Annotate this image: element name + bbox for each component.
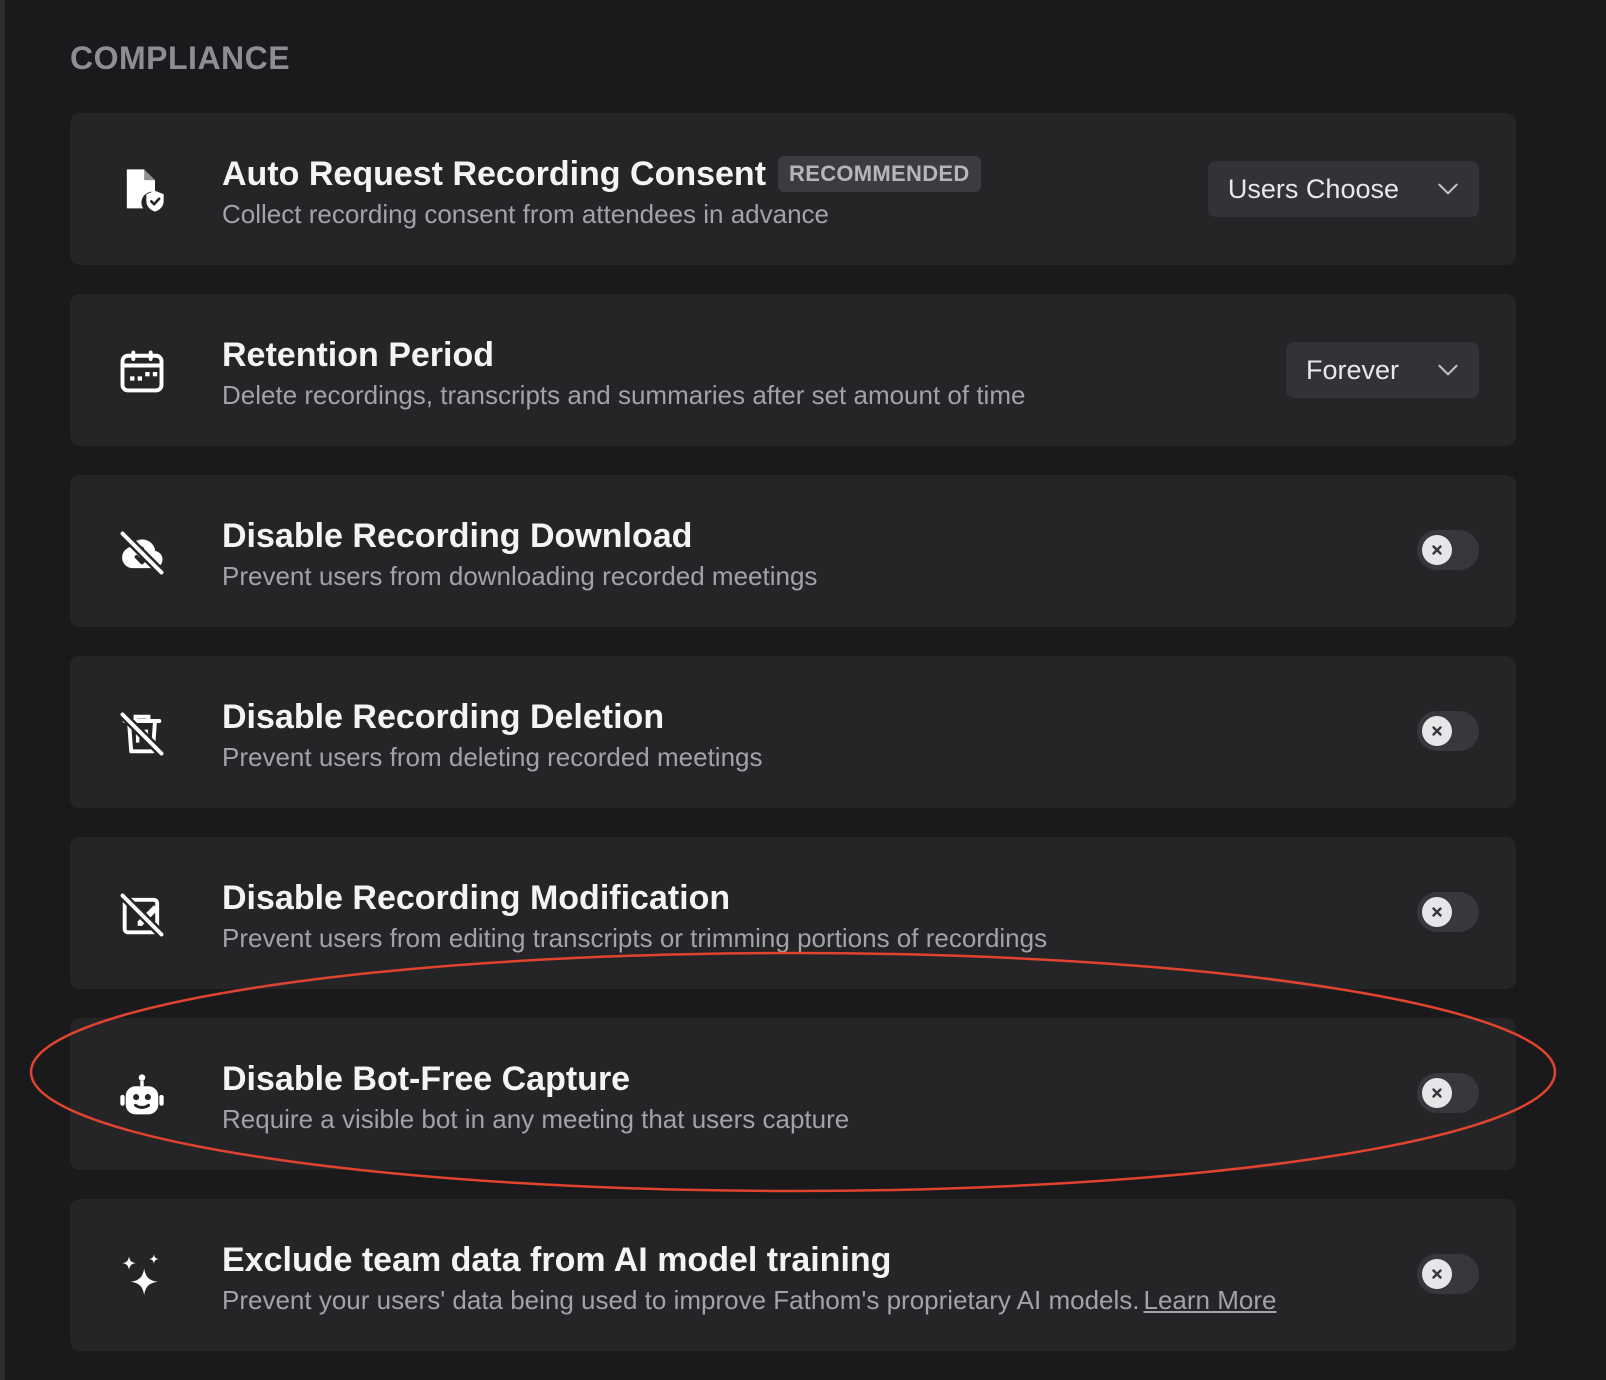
setting-title: Exclude team data from AI model training xyxy=(222,1240,892,1279)
setting-row-disable-modification: Disable Recording Modification Prevent u… xyxy=(70,837,1516,989)
toggle-knob xyxy=(1422,535,1452,565)
close-icon xyxy=(1432,726,1442,736)
settings-list: Auto Request Recording Consent RECOMMEND… xyxy=(70,113,1516,1351)
setting-title: Retention Period xyxy=(222,335,495,374)
setting-text: Auto Request Recording Consent RECOMMEND… xyxy=(222,153,981,230)
setting-description: Require a visible bot in any meeting tha… xyxy=(222,1104,850,1134)
exclude-ai-training-toggle[interactable] xyxy=(1417,1254,1479,1294)
setting-title: Disable Recording Deletion xyxy=(222,697,665,736)
setting-title: Disable Recording Download xyxy=(222,516,693,555)
trash-off-icon xyxy=(114,706,170,762)
toggle-knob xyxy=(1422,1078,1452,1108)
setting-row-exclude-ai-training: Exclude team data from AI model training… xyxy=(70,1199,1516,1351)
setting-row-disable-bot-free-capture: Disable Bot-Free Capture Require a visib… xyxy=(70,1018,1516,1170)
setting-description-text: Prevent your users' data being used to i… xyxy=(222,1285,1140,1315)
retention-dropdown[interactable]: Forever xyxy=(1285,342,1479,398)
toggle-knob xyxy=(1422,716,1452,746)
close-icon xyxy=(1432,545,1442,555)
sparkles-icon xyxy=(114,1249,170,1305)
learn-more-link[interactable]: Learn More xyxy=(1144,1285,1277,1315)
setting-title: Auto Request Recording Consent xyxy=(222,154,767,193)
setting-title: Disable Recording Modification xyxy=(222,878,731,917)
setting-text: Disable Recording Download Prevent users… xyxy=(222,515,817,592)
setting-description: Delete recordings, transcripts and summa… xyxy=(222,380,1026,410)
calendar-icon xyxy=(114,344,170,400)
toggle-knob xyxy=(1422,897,1452,927)
consent-dropdown[interactable]: Users Choose xyxy=(1207,161,1479,217)
disable-bot-free-capture-toggle[interactable] xyxy=(1417,1073,1479,1113)
setting-text: Exclude team data from AI model training… xyxy=(222,1239,1276,1316)
edit-off-icon xyxy=(114,887,170,943)
setting-description: Prevent your users' data being used to i… xyxy=(222,1285,1276,1316)
setting-row-auto-request-consent: Auto Request Recording Consent RECOMMEND… xyxy=(70,113,1516,265)
disable-modification-toggle[interactable] xyxy=(1417,892,1479,932)
setting-description: Collect recording consent from attendees… xyxy=(222,199,830,229)
setting-text: Disable Bot-Free Capture Require a visib… xyxy=(222,1058,849,1135)
setting-description: Prevent users from downloading recorded … xyxy=(222,561,818,591)
robot-icon xyxy=(114,1068,170,1124)
disable-deletion-toggle[interactable] xyxy=(1417,711,1479,751)
setting-text: Disable Recording Deletion Prevent users… xyxy=(222,696,763,773)
document-shield-icon xyxy=(114,163,170,219)
close-icon xyxy=(1432,907,1442,917)
setting-text: Disable Recording Modification Prevent u… xyxy=(222,877,1047,954)
close-icon xyxy=(1432,1269,1442,1279)
disable-download-toggle[interactable] xyxy=(1417,530,1479,570)
left-edge xyxy=(0,0,5,1380)
setting-row-disable-download: Disable Recording Download Prevent users… xyxy=(70,475,1516,627)
dropdown-value: Forever xyxy=(1305,354,1399,385)
section-title: COMPLIANCE xyxy=(70,40,291,76)
setting-row-disable-deletion: Disable Recording Deletion Prevent users… xyxy=(70,656,1516,808)
recommended-badge: RECOMMENDED xyxy=(778,156,981,192)
close-icon xyxy=(1432,1088,1442,1098)
dropdown-value: Users Choose xyxy=(1227,173,1399,204)
toggle-knob xyxy=(1422,1259,1452,1289)
chevron-down-icon xyxy=(1435,176,1461,202)
chevron-down-icon xyxy=(1435,357,1461,383)
setting-description: Prevent users from editing transcripts o… xyxy=(222,923,1048,953)
setting-title: Disable Bot-Free Capture xyxy=(222,1059,631,1098)
setting-text: Retention Period Delete recordings, tran… xyxy=(222,334,1025,411)
setting-description: Prevent users from deleting recorded mee… xyxy=(222,742,763,772)
cloud-download-off-icon xyxy=(114,525,170,581)
setting-row-retention-period: Retention Period Delete recordings, tran… xyxy=(70,294,1516,446)
